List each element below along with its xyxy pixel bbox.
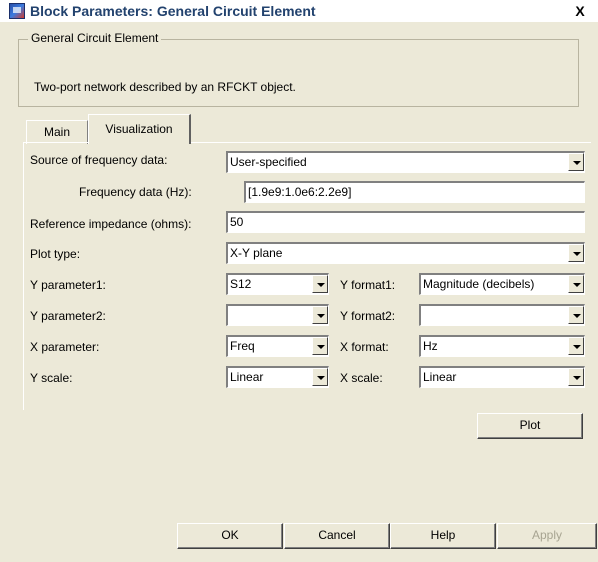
source-select-value: User-specified <box>230 155 307 169</box>
y-parameter2-label: Y parameter2: <box>30 309 106 323</box>
x-parameter-value: Freq <box>230 339 255 353</box>
groupbox-legend: General Circuit Element <box>28 31 162 45</box>
y-parameter1-label: Y parameter1: <box>30 278 106 292</box>
chevron-down-icon[interactable] <box>568 153 584 171</box>
apply-button[interactable]: Apply <box>497 523 597 549</box>
frequency-label: Frequency data (Hz): <box>79 185 192 199</box>
y-format2-select[interactable] <box>419 304 585 326</box>
simulink-block-icon <box>9 3 25 19</box>
help-button[interactable]: Help <box>390 523 496 549</box>
x-scale-select[interactable]: Linear <box>419 366 585 388</box>
chevron-down-icon[interactable] <box>312 368 328 386</box>
y-scale-select[interactable]: Linear <box>226 366 329 388</box>
reference-impedance-label: Reference impedance (ohms): <box>30 217 192 231</box>
description-groupbox <box>18 39 579 107</box>
window-title: Block Parameters: General Circuit Elemen… <box>30 3 316 19</box>
y-scale-label: Y scale: <box>30 371 73 385</box>
y-format1-label: Y format1: <box>340 278 396 292</box>
cancel-button[interactable]: Cancel <box>284 523 390 549</box>
chevron-down-icon[interactable] <box>312 306 328 324</box>
frequency-input[interactable]: [1.9e9:1.0e6:2.2e9] <box>244 181 585 203</box>
y-format1-select[interactable]: Magnitude (decibels) <box>419 273 585 295</box>
title-bar: Block Parameters: General Circuit Elemen… <box>0 0 598 22</box>
source-label: Source of frequency data: <box>30 153 168 167</box>
x-format-value: Hz <box>423 339 438 353</box>
plot-type-label: Plot type: <box>30 247 81 261</box>
reference-impedance-input[interactable]: 50 <box>226 211 585 233</box>
plot-type-value: X-Y plane <box>230 246 283 260</box>
x-scale-value: Linear <box>423 370 457 384</box>
chevron-down-icon[interactable] <box>568 275 584 293</box>
chevron-down-icon[interactable] <box>312 275 328 293</box>
chevron-down-icon[interactable] <box>568 337 584 355</box>
tab-visualization[interactable]: Visualization <box>88 114 191 144</box>
plot-button[interactable]: Plot <box>477 413 583 439</box>
y-parameter1-value: S12 <box>230 277 252 291</box>
chevron-down-icon[interactable] <box>568 368 584 386</box>
plot-type-select[interactable]: X-Y plane <box>226 242 585 264</box>
x-parameter-label: X parameter: <box>30 340 100 354</box>
y-format1-value: Magnitude (decibels) <box>423 277 535 291</box>
tab-main[interactable]: Main <box>26 120 88 144</box>
y-parameter1-select[interactable]: S12 <box>226 273 329 295</box>
x-format-label: X format: <box>340 340 389 354</box>
y-parameter2-select[interactable] <box>226 304 329 326</box>
y-format2-label: Y format2: <box>340 309 396 323</box>
ok-button[interactable]: OK <box>177 523 283 549</box>
x-format-select[interactable]: Hz <box>419 335 585 357</box>
x-scale-label: X scale: <box>340 371 383 385</box>
close-button[interactable]: X <box>570 2 590 20</box>
source-select[interactable]: User-specified <box>226 151 585 173</box>
block-description: Two-port network described by an RFCKT o… <box>34 80 296 94</box>
chevron-down-icon[interactable] <box>568 306 584 324</box>
y-scale-value: Linear <box>230 370 264 384</box>
chevron-down-icon[interactable] <box>312 337 328 355</box>
x-parameter-select[interactable]: Freq <box>226 335 329 357</box>
chevron-down-icon[interactable] <box>568 244 584 262</box>
